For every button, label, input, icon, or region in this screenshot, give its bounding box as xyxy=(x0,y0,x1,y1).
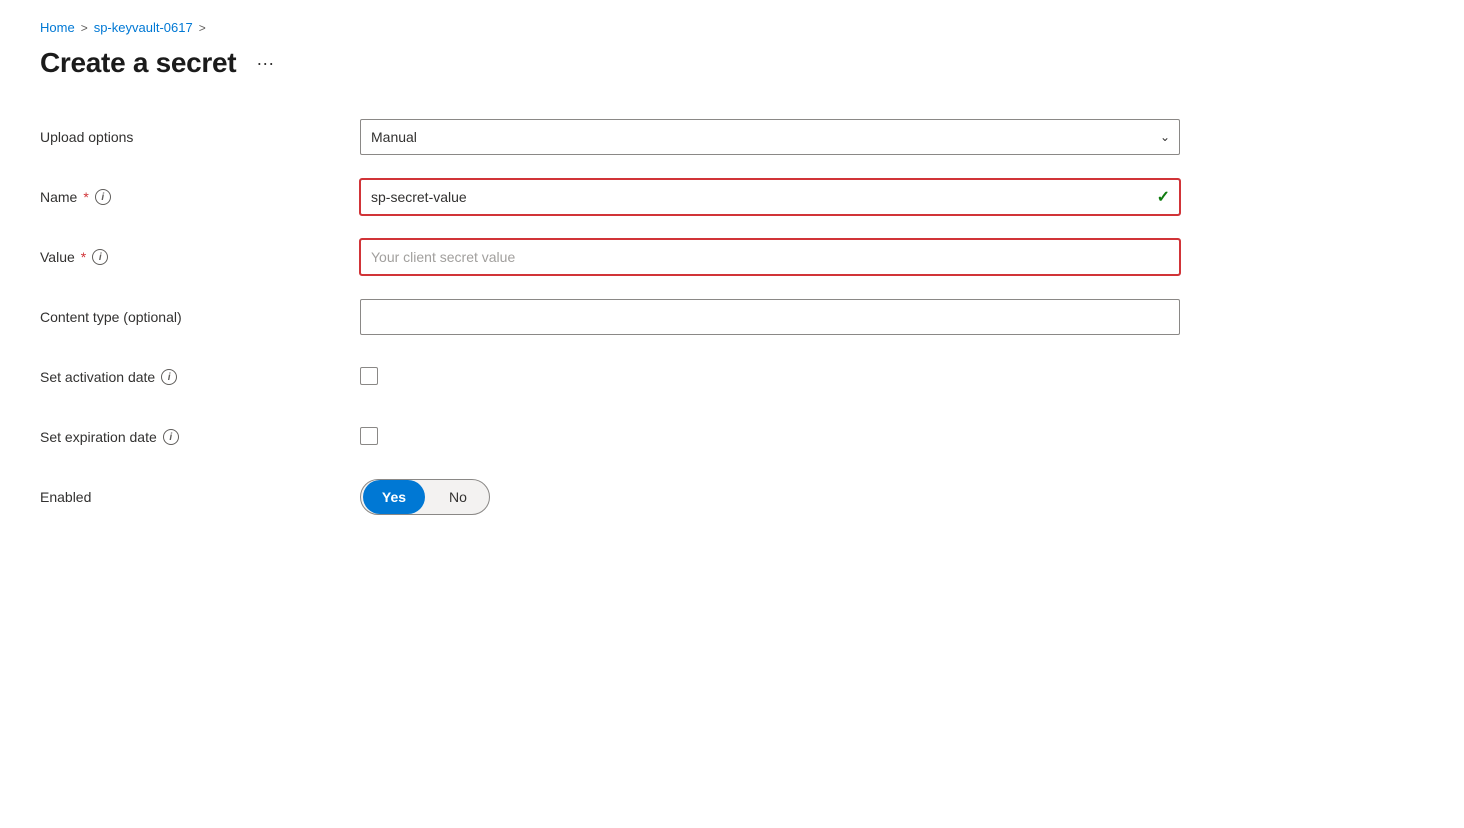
name-info-icon[interactable]: i xyxy=(95,189,111,205)
content-type-row: Content type (optional) xyxy=(40,299,1424,335)
enabled-row: Enabled Yes No xyxy=(40,479,1424,515)
value-label: Value * i xyxy=(40,249,360,265)
content-type-label: Content type (optional) xyxy=(40,309,360,325)
name-required-star: * xyxy=(83,189,88,205)
checkmark-icon: ✓ xyxy=(1157,187,1170,207)
expiration-date-checkbox[interactable] xyxy=(360,427,378,445)
activation-date-info-icon[interactable]: i xyxy=(161,369,177,385)
value-required-star: * xyxy=(81,249,86,265)
content-type-control xyxy=(360,299,1180,335)
activation-date-checkbox[interactable] xyxy=(360,367,378,385)
expiration-date-row: Set expiration date i xyxy=(40,419,1424,455)
expiration-date-control xyxy=(360,427,1180,448)
value-control xyxy=(360,239,1180,275)
page-title: Create a secret xyxy=(40,47,236,79)
value-input[interactable] xyxy=(360,239,1180,275)
breadcrumb-vault[interactable]: sp-keyvault-0617 xyxy=(94,20,193,35)
name-control: ✓ xyxy=(360,179,1180,215)
value-input-wrapper xyxy=(360,239,1180,275)
enabled-toggle[interactable]: Yes No xyxy=(360,479,490,515)
enabled-no-button[interactable]: No xyxy=(427,480,489,514)
name-input[interactable] xyxy=(360,179,1180,215)
create-secret-form: Upload options Manual Certificate ⌄ Name… xyxy=(40,119,1424,515)
enabled-label: Enabled xyxy=(40,489,360,505)
page-header: Create a secret ··· xyxy=(40,47,1424,79)
activation-date-row: Set activation date i xyxy=(40,359,1424,395)
value-row: Value * i xyxy=(40,239,1424,275)
activation-date-control xyxy=(360,367,1180,388)
upload-options-select[interactable]: Manual Certificate xyxy=(360,119,1180,155)
breadcrumb-home[interactable]: Home xyxy=(40,20,75,35)
breadcrumb-separator-2: > xyxy=(199,21,206,35)
value-info-icon[interactable]: i xyxy=(92,249,108,265)
upload-options-row: Upload options Manual Certificate ⌄ xyxy=(40,119,1424,155)
upload-options-select-wrapper: Manual Certificate ⌄ xyxy=(360,119,1180,155)
breadcrumb-separator-1: > xyxy=(81,21,88,35)
enabled-control: Yes No xyxy=(360,479,1180,515)
activation-date-label: Set activation date i xyxy=(40,369,360,385)
content-type-input[interactable] xyxy=(360,299,1180,335)
upload-options-control: Manual Certificate ⌄ xyxy=(360,119,1180,155)
expiration-date-info-icon[interactable]: i xyxy=(163,429,179,445)
enabled-yes-button[interactable]: Yes xyxy=(363,480,425,514)
name-label: Name * i xyxy=(40,189,360,205)
ellipsis-button[interactable]: ··· xyxy=(248,50,282,76)
upload-options-label: Upload options xyxy=(40,129,360,145)
breadcrumb: Home > sp-keyvault-0617 > xyxy=(40,20,1424,35)
expiration-date-label: Set expiration date i xyxy=(40,429,360,445)
name-row: Name * i ✓ xyxy=(40,179,1424,215)
name-input-wrapper: ✓ xyxy=(360,179,1180,215)
